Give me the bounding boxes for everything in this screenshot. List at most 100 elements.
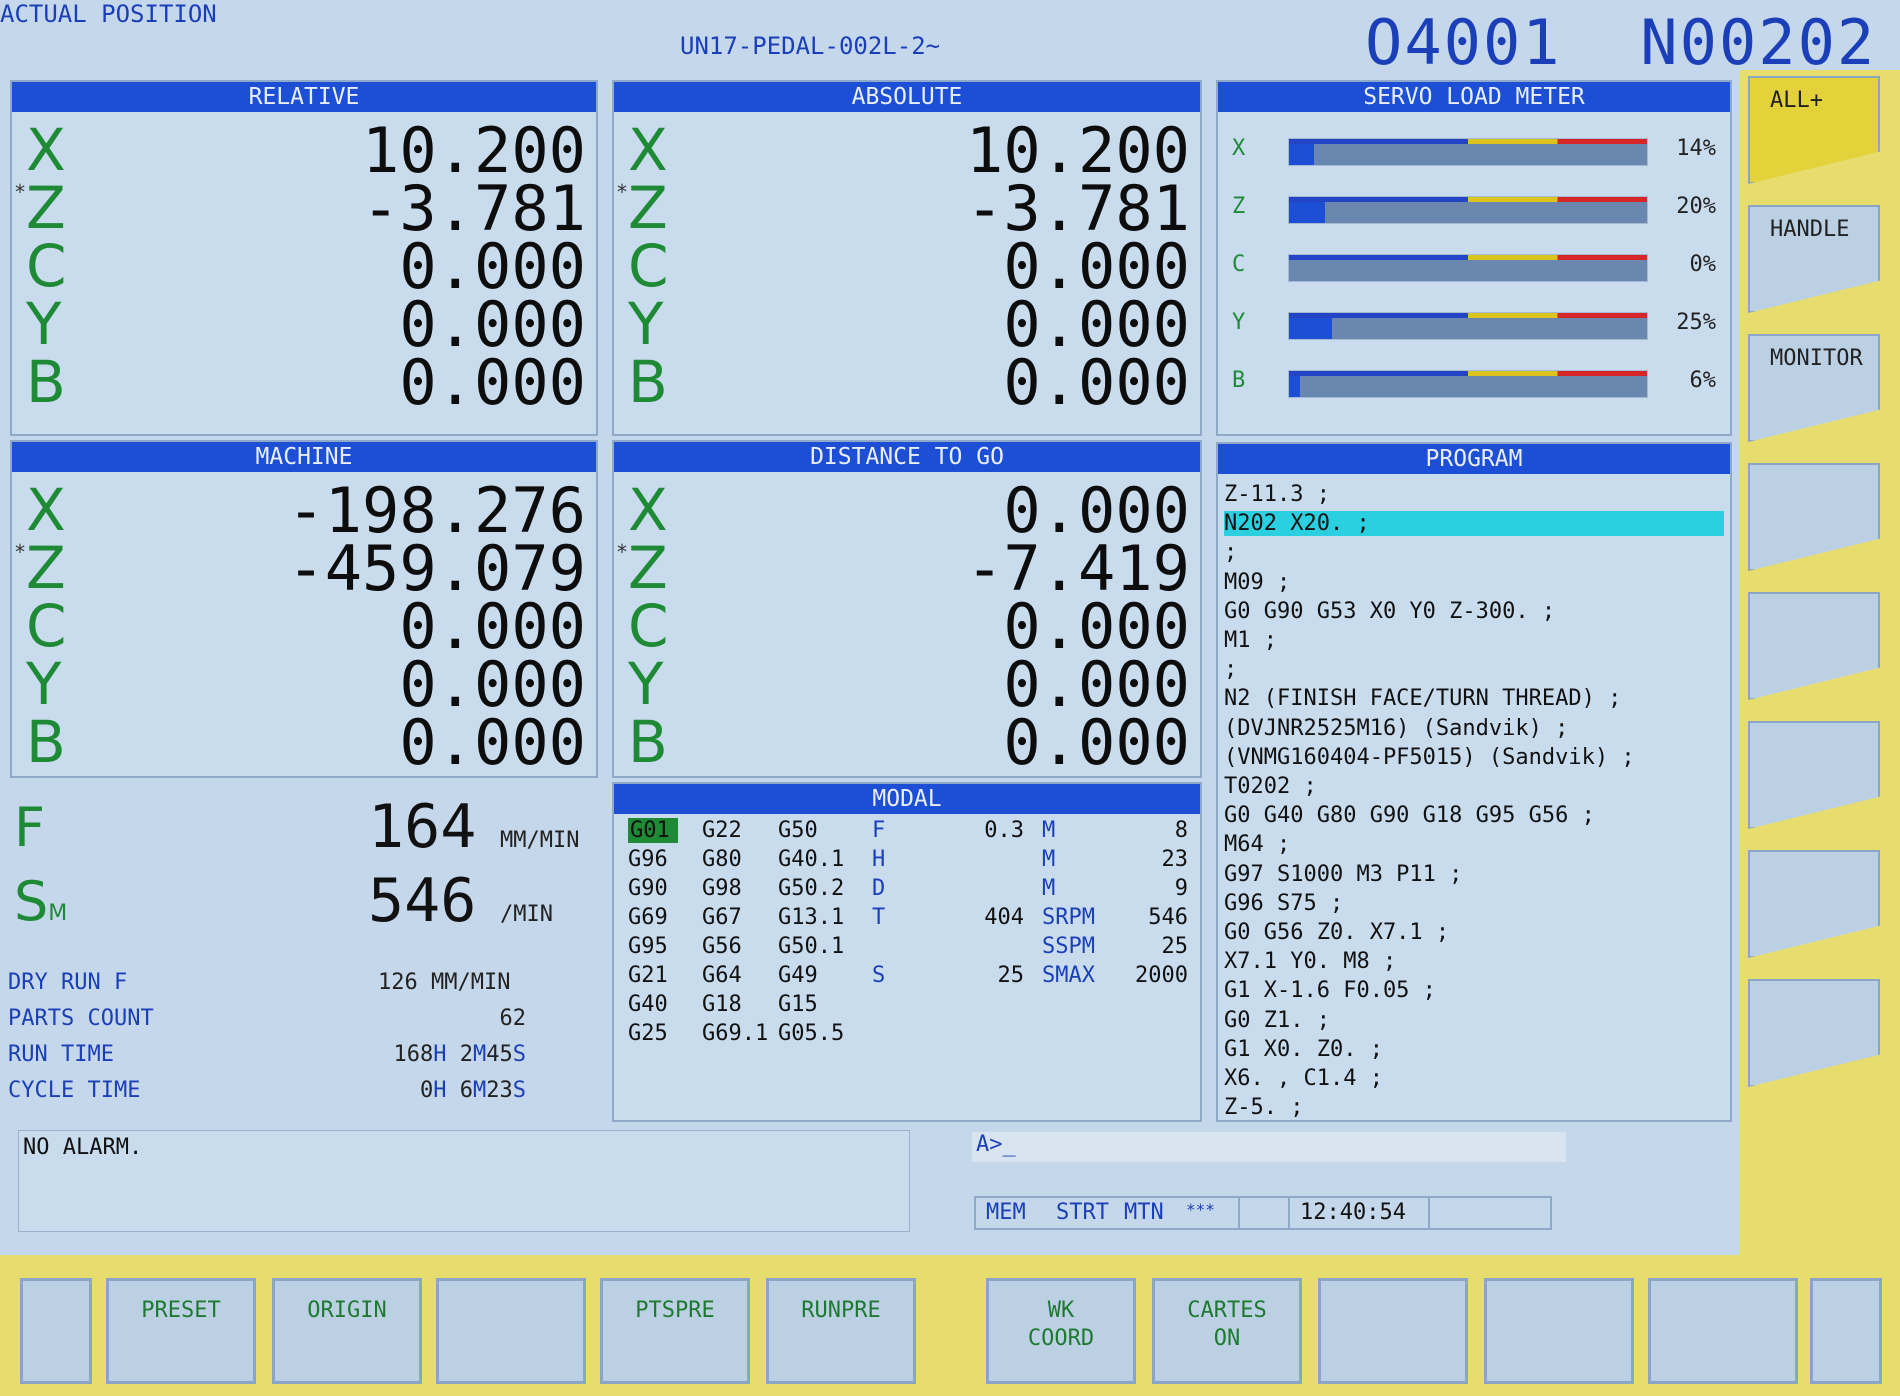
distance-row-z: * Z -7.419 <box>614 532 1200 605</box>
program-line: M09 ; <box>1224 569 1291 595</box>
modal-code-label: SRPM <box>1042 905 1095 930</box>
distance-axis-value: 0.000 <box>1003 706 1190 779</box>
softkey-blank-10[interactable] <box>1648 1278 1798 1384</box>
servo-scale <box>1289 197 1647 202</box>
modal-gcode: G69 <box>628 905 668 930</box>
modal-gcode: G13.1 <box>778 905 845 930</box>
absolute-axis-name: B <box>628 348 668 416</box>
servo-row-b: B 6% <box>1218 354 1730 404</box>
modal-gcode: G50.1 <box>778 934 845 959</box>
status-sep3 <box>1428 1198 1430 1228</box>
servo-percent: 6% <box>1689 368 1717 393</box>
feed-label: F <box>14 796 46 859</box>
servo-row-x: X 14% <box>1218 122 1730 172</box>
servo-load-fill <box>1289 318 1332 339</box>
machine-row-y: Y 0.000 <box>12 648 596 721</box>
modal-code-value: 546 <box>1148 905 1188 930</box>
modal-code-value: 0.3 <box>984 818 1024 843</box>
program-line: G1 X-1.6 F0.05 ; <box>1224 978 1436 1004</box>
servo-load-bar <box>1288 312 1648 340</box>
absolute-title: ABSOLUTE <box>614 82 1200 112</box>
program-panel: PROGRAM Z-11.3 ; N202 X20. ;; M09 ; G0 G90 … <box>1216 442 1732 1122</box>
servo-scale <box>1289 313 1647 318</box>
servo-percent: 14% <box>1676 136 1716 161</box>
modal-code-value: 8 <box>1174 818 1188 843</box>
program-line: G97 S1000 M3 P11 ; <box>1224 861 1463 887</box>
absolute-star: * <box>616 180 629 204</box>
servo-percent: 0% <box>1689 252 1717 277</box>
modal-gcode: G25 <box>628 1021 668 1046</box>
absolute-axis-value: 0.000 <box>1003 346 1190 419</box>
absolute-row-z: * Z -3.781 <box>614 172 1200 245</box>
modal-panel: MODAL G01 G22 G50 G96 G80 G40.1 G90 G98 G50.2 G69… <box>612 782 1202 1122</box>
distance-row-y: Y 0.000 <box>614 648 1200 721</box>
program-line: G0 G40 G80 G90 G18 G95 G56 ; <box>1224 803 1595 829</box>
modal-gcode: G96 <box>628 847 668 872</box>
modal-gcode: G22 <box>702 818 742 843</box>
distance-axis-name: B <box>628 708 668 776</box>
program-line: G0 Z1. ; <box>1224 1007 1330 1033</box>
modal-code-label: SSPM <box>1042 934 1095 959</box>
modal-code-value: 23 <box>1161 847 1189 872</box>
cnc-screen: ACTUAL POSITION UN17-PEDAL-002L-2~ O4001… <box>0 0 1900 1396</box>
input-line[interactable]: A>_ <box>972 1132 1566 1162</box>
servo-load-bar <box>1288 370 1648 398</box>
cycle-time-label: CYCLE TIME <box>8 1078 141 1103</box>
dry-run-value: 126 MM/MIN <box>378 970 511 995</box>
program-line: Z-5. ; <box>1224 1095 1304 1121</box>
modal-gcode: G50.2 <box>778 876 845 901</box>
machine-row-c: C 0.000 <box>12 590 596 663</box>
input-prompt: A>_ <box>976 1132 1016 1157</box>
softkey-blank-11[interactable] <box>1810 1278 1882 1384</box>
program-line: T0202 ; <box>1224 774 1317 799</box>
softkey-blank-8[interactable] <box>1318 1278 1468 1384</box>
program-number: O4001 N00202 <box>1365 6 1876 79</box>
softkey-blank-3[interactable] <box>436 1278 586 1384</box>
servo-row-z: Z 20% <box>1218 180 1730 230</box>
modal-gcode: G80 <box>702 847 742 872</box>
machine-axis-value: 0.000 <box>399 706 586 779</box>
machine-axis-name: B <box>26 708 66 776</box>
modal-code-value: 404 <box>984 905 1024 930</box>
program-line: X6. , C1.4 ; <box>1224 1066 1383 1091</box>
servo-row-c: C 0% <box>1218 238 1730 288</box>
modal-code-label: M <box>1042 818 1056 843</box>
servo-axis-label: Z <box>1232 194 1246 219</box>
softkey-cartes-on[interactable]: CARTES ON <box>1152 1278 1302 1384</box>
softkey-preset[interactable]: PRESET <box>106 1278 256 1384</box>
cycle-time-value: 0H 6M23S <box>420 1078 526 1103</box>
softkey-runpre[interactable]: RUNPRE <box>766 1278 916 1384</box>
absolute-panel: ABSOLUTE X 10.200 * Z -3.781 C 0.000 Y 0.000 B 0.0… <box>612 80 1202 436</box>
servo-load-bar <box>1288 196 1648 224</box>
servo-scale <box>1289 255 1647 260</box>
n-number: N00202 <box>1640 6 1877 79</box>
softkey-origin[interactable]: ORIGIN <box>272 1278 422 1384</box>
relative-axis-value: 0.000 <box>399 346 586 419</box>
spindle-value: 546 <box>368 866 477 936</box>
run-time-label: RUN TIME <box>8 1042 114 1067</box>
softkey-ptspre[interactable]: PTSPRE <box>600 1278 750 1384</box>
modal-title: MODAL <box>614 784 1200 814</box>
softkey-blank-0[interactable] <box>20 1278 92 1384</box>
program-line: N2 (FINISH FACE/TURN THREAD) ; <box>1224 686 1622 712</box>
alarm-text: NO ALARM. <box>23 1135 143 1160</box>
servo-percent: 25% <box>1676 310 1716 335</box>
distance-row-x: X 0.000 <box>614 474 1200 547</box>
softkey-wk-coord[interactable]: WK COORD <box>986 1278 1136 1384</box>
relative-row-x: X 10.200 <box>12 114 596 187</box>
parts-count-value: 62 <box>499 1006 527 1031</box>
relative-row-y: Y 0.000 <box>12 288 596 361</box>
modal-gcode: G21 <box>628 963 668 988</box>
status-motion: MTN <box>1124 1200 1164 1225</box>
modal-code-label: F <box>872 818 886 843</box>
softkey-blank-9[interactable] <box>1484 1278 1634 1384</box>
status-time: 12:40:54 <box>1300 1200 1406 1225</box>
program-line: G96 S75 ; <box>1224 890 1344 916</box>
program-line: M64 ; <box>1224 832 1291 858</box>
program-line: (VNMG160404-PF5015) (Sandvik) ; <box>1224 744 1635 770</box>
modal-gcode: G40.1 <box>778 847 845 872</box>
modal-gcode: G69.1 <box>702 1021 769 1046</box>
servo-load-bar <box>1288 254 1648 282</box>
modal-code-value: 25 <box>997 963 1025 988</box>
modal-gcode: G18 <box>702 992 742 1017</box>
